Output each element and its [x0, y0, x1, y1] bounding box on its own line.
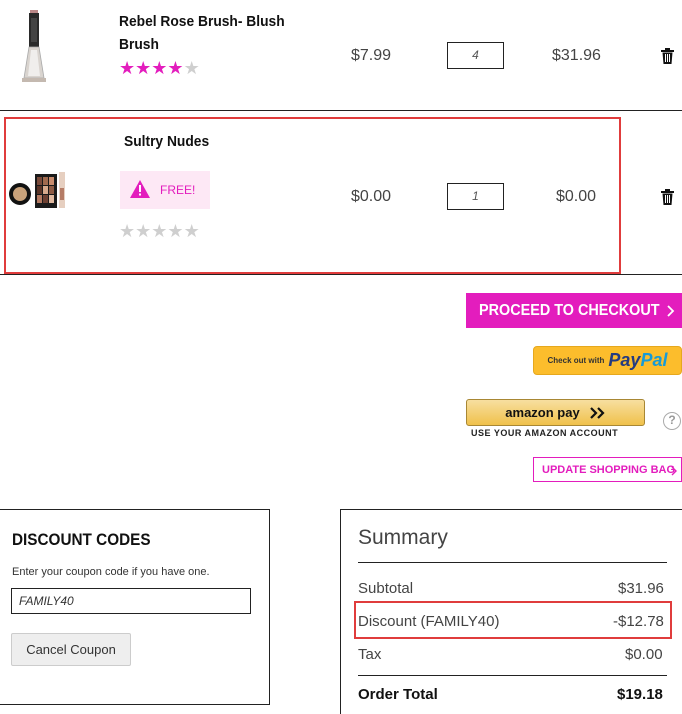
paypal-logo: PayPal — [608, 350, 668, 370]
star-icon: ★ — [119, 58, 136, 79]
product-image-palette[interactable] — [6, 168, 68, 212]
update-label: UPDATE SHOPPING BAG — [542, 463, 676, 476]
update-shopping-bag-button[interactable]: UPDATE SHOPPING BAG — [533, 457, 682, 482]
subtotal-label: Subtotal — [358, 580, 414, 597]
line-total: $0.00 — [556, 188, 597, 205]
star-empty-icon: ★ — [135, 221, 152, 242]
summary-divider — [358, 562, 667, 563]
cancel-coupon-button[interactable]: Cancel Coupon — [11, 633, 131, 666]
rating-stars: ★★★★★ — [119, 60, 200, 78]
star-icon: ★ — [151, 58, 168, 79]
tax-label: Tax — [358, 646, 382, 663]
product-name[interactable]: Sultry Nudes — [124, 130, 209, 153]
order-total-value: $19.18 — [617, 686, 663, 703]
star-empty-icon: ★ — [183, 58, 200, 79]
unit-price: $0.00 — [351, 188, 392, 205]
order-total-label: Order Total — [358, 686, 438, 703]
free-label: FREE! — [160, 183, 196, 197]
chevron-right-icon — [667, 305, 675, 317]
row-divider — [0, 274, 682, 275]
chevron-right-icon — [671, 466, 677, 476]
paypal-checkout-button[interactable]: Check out with PayPal — [533, 346, 682, 375]
product-name-line2[interactable]: Brush — [119, 33, 159, 56]
free-item-highlight — [4, 117, 621, 274]
double-chevron-right-icon — [589, 406, 605, 419]
quantity-input[interactable]: 4 — [447, 42, 504, 69]
star-empty-icon: ★ — [183, 221, 200, 242]
checkout-label: PROCEED TO CHECKOUT — [479, 301, 660, 319]
tax-value: $0.00 — [625, 646, 663, 663]
star-icon: ★ — [135, 58, 152, 79]
row-divider — [0, 110, 682, 111]
line-total: $31.96 — [552, 47, 601, 64]
product-image-brush[interactable] — [14, 10, 54, 84]
unit-price: $7.99 — [351, 47, 392, 64]
summary-divider — [358, 675, 667, 676]
star-empty-icon: ★ — [119, 221, 136, 242]
paypal-small-label: Check out with — [547, 356, 605, 365]
help-icon[interactable]: ? — [663, 412, 681, 430]
discount-help-text: Enter your coupon code if you have one. — [12, 566, 210, 578]
rating-stars: ★★★★★ — [119, 223, 200, 241]
coupon-code-input[interactable]: FAMILY40 — [11, 588, 251, 614]
amazon-pay-label: amazon pay — [505, 405, 580, 420]
summary-title: Summary — [358, 526, 448, 549]
discount-label: Discount (FAMILY40) — [358, 613, 500, 630]
amazon-pay-subtitle: USE YOUR AMAZON ACCOUNT — [471, 428, 619, 438]
subtotal-value: $31.96 — [618, 580, 664, 597]
warning-icon — [130, 180, 150, 198]
discount-value: -$12.78 — [613, 613, 664, 630]
trash-icon[interactable] — [661, 189, 674, 205]
product-name[interactable]: Rebel Rose Brush- Blush — [119, 10, 303, 33]
discount-codes-title: DISCOUNT CODES — [12, 530, 151, 549]
amazon-pay-button[interactable]: amazon pay — [466, 399, 645, 426]
quantity-input[interactable]: 1 — [447, 183, 504, 210]
trash-icon[interactable] — [661, 48, 674, 64]
proceed-to-checkout-button[interactable]: PROCEED TO CHECKOUT — [466, 293, 682, 328]
free-badge: FREE! — [120, 171, 210, 209]
star-empty-icon: ★ — [151, 221, 168, 242]
star-empty-icon: ★ — [167, 221, 184, 242]
star-icon: ★ — [167, 58, 184, 79]
